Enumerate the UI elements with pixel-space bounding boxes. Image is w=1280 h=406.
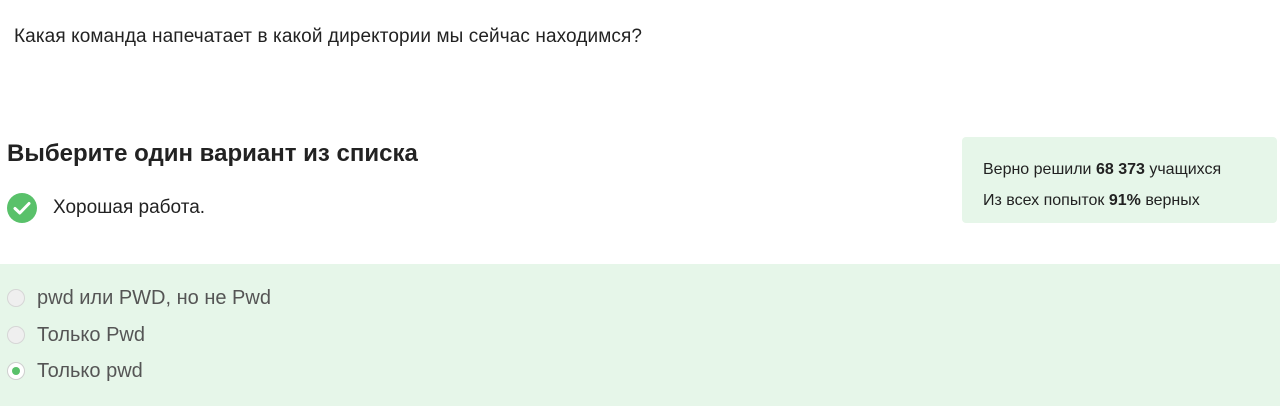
stats-solved-suffix: учащихся	[1149, 161, 1222, 178]
option-label[interactable]: pwd или PWD, но не Pwd	[37, 287, 271, 310]
stats-solved-line: Верно решили 68 373 учащихся	[983, 154, 1277, 185]
radio-button[interactable]	[7, 289, 25, 307]
stats-attempts-line: Из всех попыток 91% верных	[983, 185, 1277, 216]
stats-attempts-prefix: Из всех попыток	[983, 192, 1105, 209]
option-item-selected[interactable]: Только pwd	[7, 359, 143, 383]
radio-button[interactable]	[7, 326, 25, 344]
radio-dot-icon	[12, 367, 20, 375]
option-item[interactable]: pwd или PWD, но не Pwd	[7, 286, 271, 310]
stats-solved-prefix: Верно решили	[983, 161, 1092, 178]
feedback-message: Хорошая работа.	[7, 193, 205, 223]
stats-solved-count: 68 373	[1095, 161, 1145, 178]
stats-panel: Верно решили 68 373 учащихся Из всех поп…	[962, 137, 1277, 223]
section-title: Выберите один вариант из списка	[7, 140, 418, 167]
radio-button-checked[interactable]	[7, 362, 25, 380]
feedback-text: Хорошая работа.	[53, 197, 206, 218]
option-label[interactable]: Только Pwd	[37, 324, 145, 347]
stats-attempts-percent: 91%	[1108, 192, 1141, 209]
options-list: pwd или PWD, но не Pwd Только Pwd Только…	[0, 264, 1280, 406]
option-label[interactable]: Только pwd	[37, 360, 143, 383]
quiz-step: Какая команда напечатает в какой директо…	[0, 0, 1280, 406]
check-circle-icon	[7, 193, 37, 223]
stats-attempts-suffix: верных	[1145, 192, 1200, 209]
question-text: Какая команда напечатает в какой директо…	[14, 26, 643, 47]
option-item[interactable]: Только Pwd	[7, 323, 145, 347]
